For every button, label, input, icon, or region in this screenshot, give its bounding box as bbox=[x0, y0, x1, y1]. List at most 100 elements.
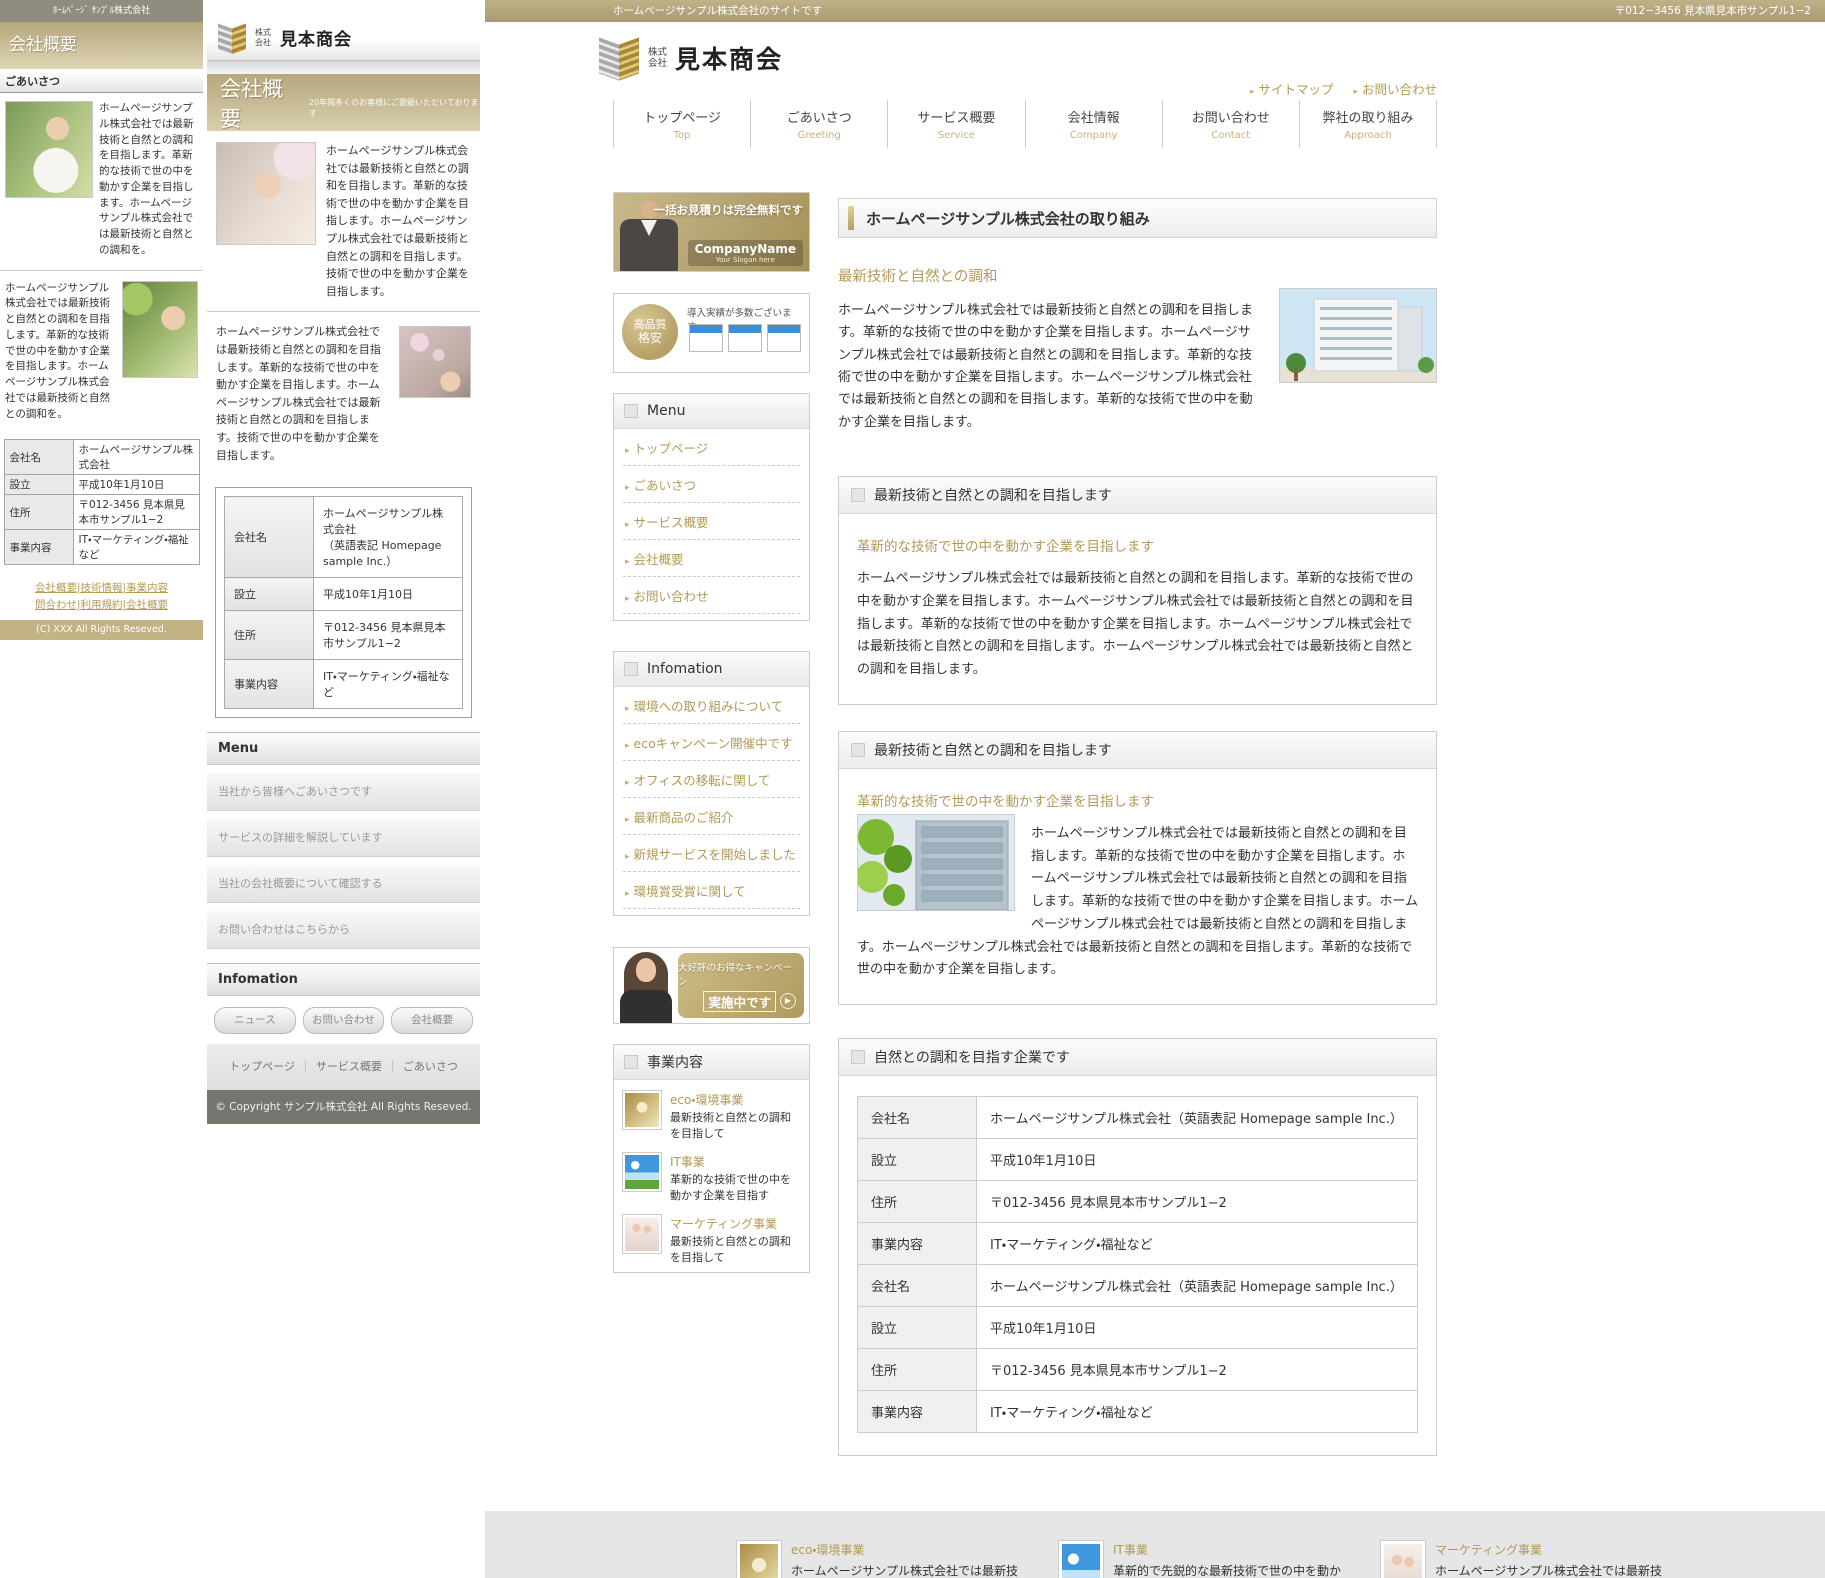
staff-photo bbox=[623, 1215, 661, 1253]
main-column: ホームページサンプル株式会社の取り組み 最新技術と自然との調和 bbox=[838, 148, 1437, 1456]
banner-company-name: CompanyName bbox=[695, 242, 796, 256]
footer-eco-link[interactable]: eco・環境事業 bbox=[791, 1541, 1023, 1558]
info-link-award[interactable]: ▸環境賞受賞に関して bbox=[623, 872, 800, 909]
business-value: IT・マーケティング・福祉など bbox=[314, 660, 463, 709]
website-thumbnail bbox=[767, 324, 801, 352]
banner-headline: 一括お見積りは完全無料です bbox=[654, 202, 804, 218]
eco-building-photo bbox=[857, 814, 1015, 911]
arrow-icon: ▸ bbox=[625, 778, 630, 788]
tablet-information-heading: Infomation bbox=[207, 963, 480, 996]
tablet-logo[interactable]: 株式会社 見本商会 bbox=[207, 15, 480, 60]
table-row: 事業内容IT・マーケティング・福祉など bbox=[858, 1391, 1418, 1433]
sidebar-menu-greeting[interactable]: ▸ごあいさつ bbox=[623, 466, 800, 503]
title-accent-bar bbox=[848, 206, 854, 230]
company-overview-button[interactable]: 会社概要 bbox=[391, 1007, 473, 1034]
tablet-greeting-row-1: ホームページサンプル株式会社では最新技術と自然との調和を目指します。革新的な技術… bbox=[207, 131, 480, 309]
footer-link-service[interactable]: サービス概要 bbox=[316, 1060, 382, 1073]
tablet-menu-item-greeting[interactable]: 当社から皆様へごあいさつです bbox=[207, 773, 480, 811]
nav-item-contact[interactable]: お問い合わせ Contact bbox=[1162, 100, 1299, 148]
info-link-office-move[interactable]: ▸オフィスの移転に関して bbox=[623, 761, 800, 798]
footer-link-top[interactable]: トップページ bbox=[229, 1060, 295, 1073]
campaign-line1: 大好評のお得なキャンペーン bbox=[678, 960, 796, 988]
play-icon: ▶ bbox=[780, 993, 796, 1009]
sitemap-link[interactable]: ▸サイトマップ bbox=[1250, 79, 1334, 98]
arrow-icon: ▸ bbox=[625, 520, 630, 530]
sidebar-menu-top[interactable]: ▸トップページ bbox=[623, 429, 800, 466]
address-label: 住所 bbox=[225, 611, 314, 660]
arrow-icon: ▸ bbox=[1250, 87, 1255, 97]
info-link-environment[interactable]: ▸環境への取り組みについて bbox=[623, 687, 800, 724]
mobile-topbar-title: ﾎｰﾑﾍﾟｰｼﾞ ｻﾝﾌﾟﾙ株式会社 bbox=[0, 0, 203, 22]
woman-park-photo bbox=[5, 101, 93, 198]
section-1-heading: 最新技術と自然との調和を目指します bbox=[839, 477, 1436, 514]
sidebar-menu-company[interactable]: ▸会社概要 bbox=[623, 540, 800, 577]
table-row: 設立平成10年1月10日 bbox=[858, 1139, 1418, 1181]
bullet-icon bbox=[851, 743, 865, 757]
tablet-menu-item-contact[interactable]: お問い合わせはこちらから bbox=[207, 911, 480, 949]
free-quote-banner[interactable]: 一括お見積りは完全無料です CompanyName Your Slogan he… bbox=[613, 192, 810, 272]
tablet-page-subtitle: 20年間多くのお客様にご愛顧いただいております bbox=[309, 97, 480, 119]
arrow-icon: ▸ bbox=[625, 889, 630, 899]
nav-item-service[interactable]: サービス概要 Service bbox=[887, 100, 1024, 148]
footer-marketing-link[interactable]: マーケティング事業 bbox=[1435, 1541, 1667, 1558]
tablet-menu-item-company[interactable]: 当社の会社概要について確認する bbox=[207, 865, 480, 903]
mobile-greeting-heading: ごあいさつ bbox=[0, 72, 203, 93]
footer-link-greeting[interactable]: ごあいさつ bbox=[403, 1060, 458, 1073]
sidebar-menu-service[interactable]: ▸サービス概要 bbox=[623, 503, 800, 540]
table-row: 事業内容 IT・マーケティング・福祉など bbox=[4, 530, 199, 565]
info-link-new-service[interactable]: ▸新規サービスを開始しました bbox=[623, 835, 800, 872]
nav-item-top[interactable]: トップページ Top bbox=[613, 100, 750, 148]
campaign-banner[interactable]: 大好評のお得なキャンペーン 実施中です ▶ bbox=[613, 947, 810, 1024]
founded-label: 設立 bbox=[4, 475, 73, 495]
mobile-footer-links-line-2[interactable]: 問合わせ|利用規約|会社概要 bbox=[35, 599, 168, 611]
company-name-label: 会社名 bbox=[4, 440, 73, 475]
business-item-marketing[interactable]: マーケティング事業 最新技術と自然との調和を目指して bbox=[623, 1215, 800, 1266]
info-link-eco-campaign[interactable]: ▸ecoキャンペーン開催中です bbox=[623, 724, 800, 761]
business-item-it[interactable]: IT事業 革新的な技術で世の中を動かす企業を目指す bbox=[623, 1153, 800, 1204]
tablet-paragraph-1: ホームページサンプル株式会社では最新技術と自然との調和を目指します。革新的な技術… bbox=[326, 142, 471, 300]
quality-badge: 高品質 格安 bbox=[622, 304, 678, 360]
company-name-line1: ホームページサンプル株式会社 bbox=[323, 505, 453, 537]
address-value: 〒012-3456 見本県見本市サンプル1−2 bbox=[73, 495, 199, 530]
section-3-heading: 自然との調和を目指す企業です bbox=[839, 1039, 1436, 1076]
sidebar-menu-box: Menu ▸トップページ ▸ごあいさつ ▸サービス概要 ▸会社概要 ▸お問い合わ… bbox=[613, 393, 810, 621]
contact-button[interactable]: お問い合わせ bbox=[303, 1007, 385, 1034]
tablet-footer-links: トップページ｜サービス概要｜ごあいさつ bbox=[207, 1044, 480, 1090]
info-link-new-products[interactable]: ▸最新商品のご紹介 bbox=[623, 798, 800, 835]
quality-banner[interactable]: 高品質 格安 導入実績が多数ございます。 bbox=[613, 293, 810, 373]
sidebar: 一括お見積りは完全無料です CompanyName Your Slogan he… bbox=[613, 148, 810, 1273]
nav-item-company[interactable]: 会社情報 Company bbox=[1025, 100, 1162, 148]
sidebar-business-box: 事業内容 eco・環境事業 最新技術と自然との調和を目指して IT事業 bbox=[613, 1044, 810, 1273]
nav-item-greeting[interactable]: ごあいさつ Greeting bbox=[750, 100, 887, 148]
news-button[interactable]: ニュース bbox=[214, 1007, 296, 1034]
sidebar-menu-contact[interactable]: ▸お問い合わせ bbox=[623, 577, 800, 614]
arrow-icon: ▸ bbox=[625, 704, 630, 714]
logo-company-name: 見本商会 bbox=[675, 40, 783, 76]
mobile-footer-links-line-1[interactable]: 会社概要|技術情報|事業内容 bbox=[35, 582, 168, 594]
campaign-line2: 実施中です ▶ bbox=[703, 991, 796, 1012]
arrow-icon: ▸ bbox=[625, 594, 630, 604]
tablet-menu-item-service[interactable]: サービスの詳細を解説しています bbox=[207, 819, 480, 857]
divider bbox=[0, 270, 203, 271]
arrow-icon: ▸ bbox=[625, 815, 630, 825]
contact-link[interactable]: ▸お問い合わせ bbox=[1353, 79, 1437, 98]
website-thumbnail bbox=[728, 324, 762, 352]
table-row: 事業内容 IT・マーケティング・福祉など bbox=[225, 660, 463, 709]
bullet-icon bbox=[624, 662, 638, 676]
tablet-copyright: © Copyright サンプル株式会社 All Rights Reseved. bbox=[207, 1090, 480, 1124]
arrow-icon: ▸ bbox=[1353, 87, 1358, 97]
topbar-address: 〒012−3456 見本県見本市サンプル1−2 bbox=[1615, 0, 1811, 22]
table-row: 会社名ホームページサンプル株式会社（英語表記 Homepage sample I… bbox=[858, 1265, 1418, 1307]
desktop-logo[interactable]: 株式会社 見本商会 bbox=[598, 34, 783, 82]
footer-it-link[interactable]: IT事業 bbox=[1113, 1541, 1345, 1558]
business-value: IT・マーケティング・福祉など bbox=[73, 530, 199, 565]
nav-item-approach[interactable]: 弊社の取り組み Approach bbox=[1299, 100, 1437, 148]
mobile-preview-panel: ﾎｰﾑﾍﾟｰｼﾞ ｻﾝﾌﾟﾙ株式会社 会社概要 ごあいさつ ホームページサンプル… bbox=[0, 0, 203, 640]
blue-sky-photo bbox=[1059, 1541, 1103, 1578]
table-row: 会社名 ホームページサンプル株式会社 bbox=[4, 440, 199, 475]
table-row: 設立 平成10年1月10日 bbox=[4, 475, 199, 495]
section-box-3: 自然との調和を目指す企業です 会社名ホームページサンプル株式会社（英語表記 Ho… bbox=[838, 1038, 1437, 1456]
woman-leaf-photo bbox=[122, 281, 198, 378]
business-item-eco[interactable]: eco・環境事業 最新技術と自然との調和を目指して bbox=[623, 1091, 800, 1142]
section-2-subheading: 革新的な技術で世の中を動かす企業を目指します bbox=[857, 790, 1418, 810]
